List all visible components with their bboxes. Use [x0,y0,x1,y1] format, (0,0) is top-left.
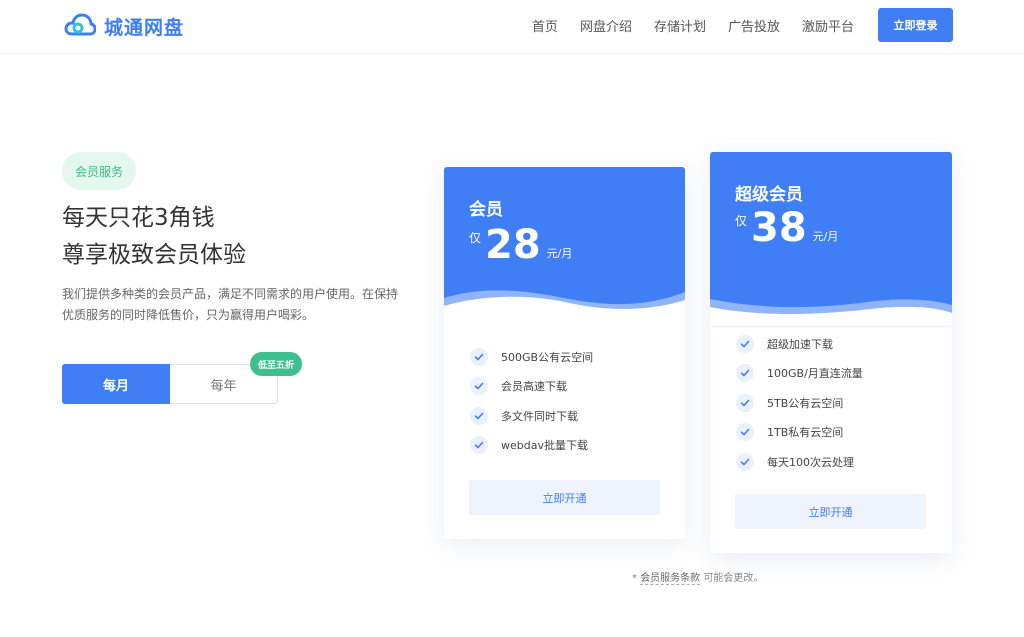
check-icon [736,393,754,412]
list-item: webdav批量下载 [470,431,593,461]
check-icon [736,334,754,353]
check-icon [470,347,488,366]
check-icon [736,364,754,383]
feature-label: 超级加速下载 [767,337,833,351]
list-item: 5TB公有云空间 [736,388,863,418]
feature-label: 1TB私有云空间 [767,426,844,440]
plan-card-super-member: 超级会员 仅 38 元/月 超级加速下载 100GB/月直连流量 5TB公有云空… [710,152,952,553]
list-item: 每天100次云处理 [736,447,863,477]
plan-card-header: 超级会员 仅 38 元/月 [710,152,952,323]
terms-link[interactable]: 会员服务条款 [640,573,701,585]
check-icon [736,423,754,442]
check-icon [736,452,754,471]
list-item: 会员高速下载 [470,372,593,402]
feature-label: 500GB公有云空间 [501,350,594,364]
feature-label: 会员高速下载 [501,380,567,394]
price-prefix: 仅 [469,231,482,245]
nav-incentive[interactable]: 激励平台 [802,16,854,35]
check-icon [470,406,488,425]
hero-description: 我们提供多种类的会员产品，满足不同需求的用户使用。在保持优质服务的同时降低售价，… [62,287,399,322]
feature-label: 多文件同时下载 [501,409,578,423]
service-badge: 会员服务 [62,152,137,190]
cloud-logo-icon [64,10,97,42]
main-nav: 首页 网盘介绍 存储计划 广告投放 激励平台 [532,16,854,35]
page-title: 每天只花3角钱 尊享极致会员体验 [62,200,246,274]
price-amount: 38 [751,205,807,251]
feature-label: webdav批量下载 [501,439,588,453]
feature-label: 100GB/月直连流量 [767,367,863,381]
list-item: 100GB/月直连流量 [736,359,863,389]
subscribe-button[interactable]: 立即开通 [469,480,660,515]
feature-label: 5TB公有云空间 [767,396,844,410]
headline-line-1: 每天只花3角钱 [62,205,215,231]
terms-note: * 会员服务条款 可能会更改。 [632,569,764,585]
plan-name: 超级会员 [735,185,803,205]
price-amount: 28 [485,222,541,268]
headline-line-2: 尊享极致会员体验 [62,242,246,268]
price-unit: 元/月 [546,247,573,260]
plan-price: 仅 38 元/月 [735,208,838,248]
billing-toggle: 每月 每年 [62,364,278,404]
terms-prefix: * [632,573,641,584]
feature-list: 500GB公有云空间 会员高速下载 多文件同时下载 webdav批量下载 [470,342,593,460]
price-unit: 元/月 [812,230,839,243]
price-prefix: 仅 [735,214,748,228]
list-item: 多文件同时下载 [470,401,593,431]
check-icon [470,377,488,396]
plan-name: 会员 [469,200,503,220]
feature-label: 每天100次云处理 [767,455,854,469]
login-button[interactable]: 立即登录 [878,8,953,42]
list-item: 500GB公有云空间 [470,342,593,372]
monthly-tab[interactable]: 每月 [62,364,170,404]
check-icon [470,436,488,455]
plan-price: 仅 28 元/月 [469,225,572,265]
feature-list: 超级加速下载 100GB/月直连流量 5TB公有云空间 1TB私有云空间 每天1… [736,329,863,477]
brand-name: 城通网盘 [104,16,185,39]
divider [710,326,952,327]
nav-ads[interactable]: 广告投放 [728,16,780,35]
plan-card-header: 会员 仅 28 元/月 [444,167,685,316]
terms-suffix: 可能会更改。 [700,573,764,584]
nav-storage-plan[interactable]: 存储计划 [654,16,706,35]
nav-intro[interactable]: 网盘介绍 [580,16,632,35]
brand-logo[interactable]: 城通网盘 [64,10,184,42]
list-item: 1TB私有云空间 [736,418,863,448]
top-header: 城通网盘 首页 网盘介绍 存储计划 广告投放 激励平台 立即登录 [0,0,1024,54]
nav-home[interactable]: 首页 [532,16,558,35]
wave-decoration [710,299,952,323]
discount-badge: 低至五折 [250,352,303,376]
list-item: 超级加速下载 [736,329,863,359]
plan-card-member: 会员 仅 28 元/月 500GB公有云空间 会员高速下载 多文件同时下载 we… [444,167,685,539]
subscribe-button[interactable]: 立即开通 [735,494,926,529]
wave-decoration [444,290,685,316]
